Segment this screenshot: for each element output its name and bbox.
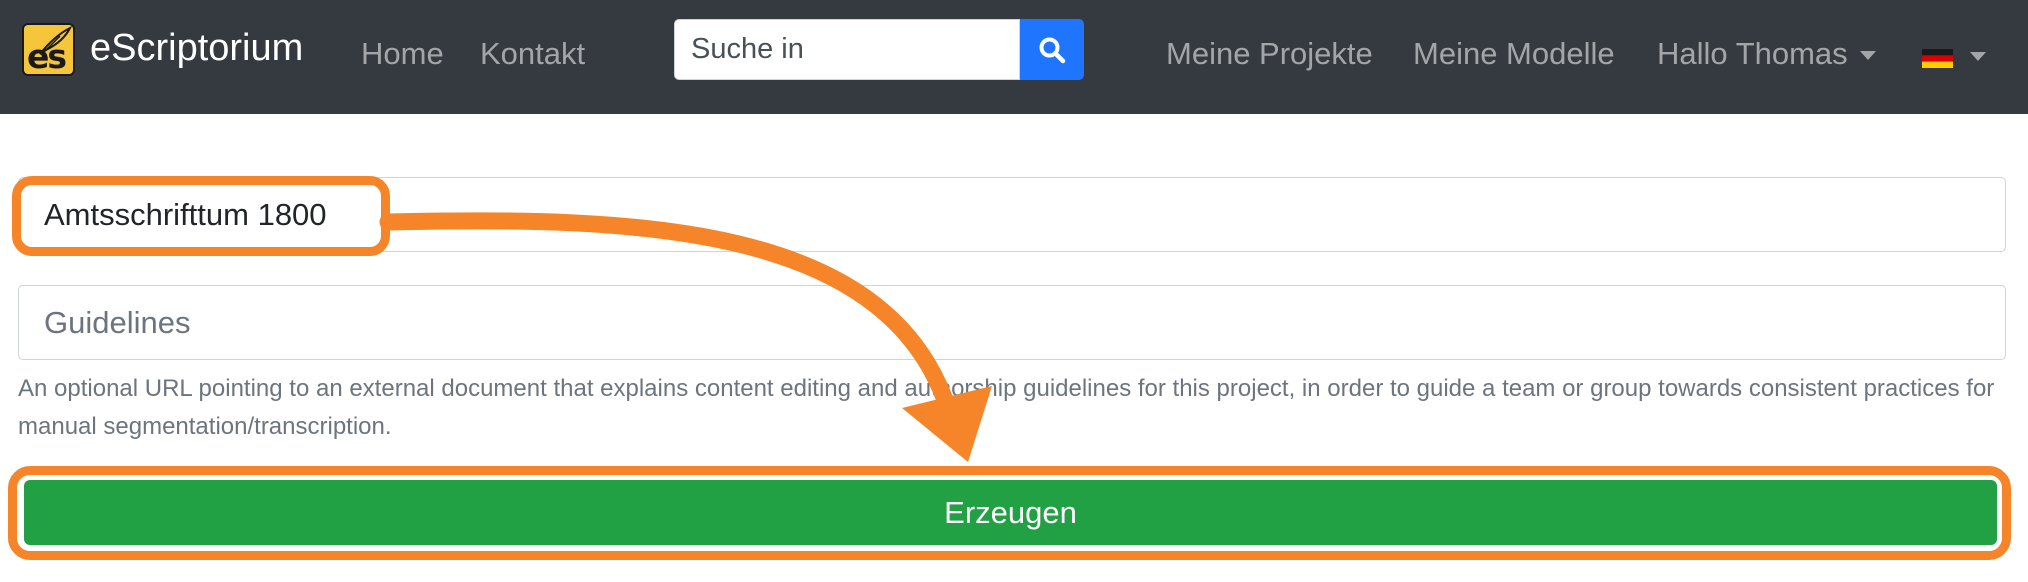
create-button[interactable]: Erzeugen xyxy=(24,480,1997,545)
